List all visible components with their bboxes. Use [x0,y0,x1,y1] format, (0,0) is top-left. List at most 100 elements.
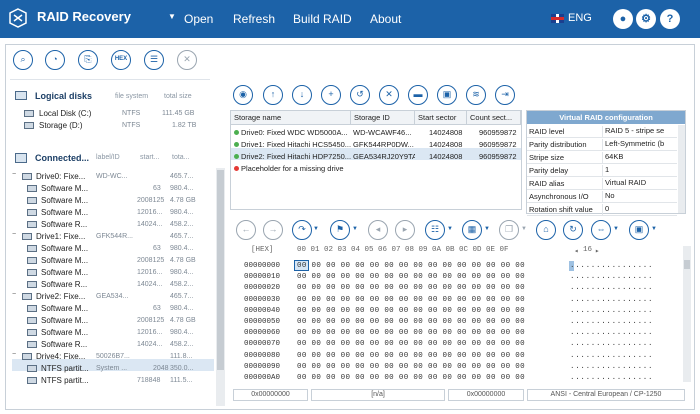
logical-disk-name[interactable]: Local Disk (C:) [39,109,91,118]
hex-left-arrow[interactable]: ◂ [574,246,579,256]
connected-item-name[interactable]: NTFS partit... [41,376,89,385]
remove-icon[interactable]: ✕ [379,85,399,105]
width-icon[interactable]: ⇔ [591,220,611,240]
col-storage-name[interactable]: Storage name [231,111,351,125]
view-dropdown-icon[interactable]: ▼ [447,226,453,232]
storage-name[interactable]: Placeholder for a missing drive [241,164,351,173]
vrc-property-row[interactable]: RAID level RAID 5 - stripe se [527,125,677,138]
language-selector[interactable]: ENG [551,12,592,24]
columns-dropdown-icon[interactable]: ▼ [484,226,490,232]
menu-open[interactable]: Open [184,12,213,26]
hex-scrollbar-thumb[interactable] [684,260,690,269]
vrc-property-row[interactable]: Stripe size 64KB [527,151,677,164]
hex-button[interactable]: HEX [111,50,131,70]
hex-ascii[interactable]: ................ [570,296,653,304]
collapse-icon[interactable]: − [12,171,16,178]
col-count-sectors[interactable]: Count sect... [467,111,521,125]
refresh-icon[interactable]: ↻ [563,220,583,240]
disk-scan-icon[interactable]: ◔ [45,50,65,70]
left-scrollbar[interactable] [216,168,225,406]
logical-disk-name[interactable]: Storage (D:) [39,121,83,130]
col-start-sector[interactable]: Start sector [415,111,467,125]
vrc-property-row[interactable]: Rotation shift value 0 [527,203,677,216]
vrc-property-value[interactable]: Virtual RAID [602,178,675,189]
vrc-property-value[interactable]: 0 [602,204,675,215]
connected-item-name[interactable]: Drive0: Fixe... [36,172,85,181]
connected-item-name[interactable]: Software M... [41,304,88,313]
next-bookmark-icon[interactable]: ▸ [395,220,415,240]
bookmark-dropdown-icon[interactable]: ▼ [352,226,358,232]
vrc-property-row[interactable]: Parity distribution Left-Symmetric (b [527,138,677,151]
vrc-property-row[interactable]: Parity delay 1 [527,164,677,177]
connected-item-name[interactable]: Software R... [41,280,87,289]
hex-ascii[interactable]: ................ [570,307,653,315]
connected-item-name[interactable]: Drive2: Fixe... [36,292,85,301]
search-icon[interactable]: ⌕ [13,50,33,70]
hex-ascii[interactable]: ................ [570,363,653,371]
connected-item-name[interactable]: Software M... [41,268,88,277]
vrc-property-value[interactable]: 64KB [602,152,675,163]
collapse-icon[interactable]: − [12,291,16,298]
storage-name[interactable]: Drive2: Fixed Hitachi HDP7250... [241,152,351,161]
arrow-up-icon[interactable]: ↑ [263,85,283,105]
hex-ascii[interactable]: ................ [570,352,653,360]
hex-ascii[interactable]: ................ [570,318,653,326]
save-icon[interactable]: ▣ [437,85,457,105]
export-icon[interactable]: ⇥ [495,85,515,105]
prev-bookmark-icon[interactable]: ◂ [368,220,388,240]
storage-name[interactable]: Drive0: Fixed WDC WD5000A... [241,128,351,137]
vrc-property-row[interactable]: RAID alias Virtual RAID [527,177,677,190]
menu-about[interactable]: About [370,12,401,26]
connected-item-name[interactable]: Software M... [41,208,88,217]
hex-bytes[interactable]: 00 00 00 00 00 00 00 00 00 00 00 00 00 0… [297,296,525,304]
vrc-property-value[interactable]: Left-Symmetric (b [602,139,675,150]
gear-icon[interactable]: ⚙ [636,9,656,29]
hex-ascii[interactable]: ................ [570,262,653,270]
hex-ascii[interactable]: ................ [570,273,653,281]
connected-item-name[interactable]: NTFS partit... [41,364,89,373]
scrollbar-thumb[interactable] [217,170,224,370]
connected-item-name[interactable]: Software M... [41,316,88,325]
hex-bytes[interactable]: 00 00 00 00 00 00 00 00 00 00 00 00 00 0… [297,340,525,348]
hex-bytes[interactable]: 00 00 00 00 00 00 00 00 00 00 00 00 00 0… [297,318,525,326]
vrc-scrollbar[interactable] [678,125,685,213]
vrc-property-value[interactable]: No [602,191,675,202]
forward-icon[interactable]: → [263,220,283,240]
connected-item-name[interactable]: Software R... [41,340,87,349]
hex-ascii[interactable]: ................ [570,340,653,348]
copy-dropdown-icon[interactable]: ▼ [521,226,527,232]
help-icon[interactable]: ? [660,9,680,29]
hex-bytes[interactable]: 00 00 00 00 00 00 00 00 00 00 00 00 00 0… [297,307,525,315]
add-icon[interactable]: + [321,85,341,105]
back-icon[interactable]: ← [236,220,256,240]
goto-icon[interactable]: ↷ [292,220,312,240]
connected-item-name[interactable]: Software M... [41,196,88,205]
menu-dropdown-icon[interactable]: ▼ [168,12,176,21]
hex-bytes[interactable]: 00 00 00 00 00 00 00 00 00 00 00 00 00 0… [297,284,525,292]
list-icon[interactable]: ☰ [144,50,164,70]
col-storage-id[interactable]: Storage ID [351,111,415,125]
menu-build-raid[interactable]: Build RAID [293,12,352,26]
collapse-icon[interactable]: − [12,351,16,358]
bookmark-icon[interactable]: ⚑ [330,220,350,240]
connected-item-name[interactable]: Drive4: Fixe... [36,352,85,361]
hex-bytes[interactable]: 00 00 00 00 00 00 00 00 00 00 00 00 00 0… [297,374,525,382]
hex-bytes[interactable]: 00 00 00 00 00 00 00 00 00 00 00 00 00 0… [297,273,525,281]
up-icon[interactable]: ◉ [233,85,253,105]
encoding-icon[interactable]: ⌂ [536,220,556,240]
collapse-icon[interactable]: − [12,231,16,238]
hex-bytes[interactable]: 00 00 00 00 00 00 00 00 00 00 00 00 00 0… [297,262,525,270]
hex-bytes[interactable]: 00 00 00 00 00 00 00 00 00 00 00 00 00 0… [297,352,525,360]
connected-item-name[interactable]: Software M... [41,256,88,265]
goto-dropdown-icon[interactable]: ▼ [313,226,319,232]
view-icon[interactable]: ☷ [425,220,445,240]
close-icon[interactable]: ✕ [177,50,197,70]
menu-refresh[interactable]: Refresh [233,12,275,26]
storage-name[interactable]: Drive1: Fixed Hitachi HCS5450... [241,140,351,149]
hex-ascii[interactable]: ................ [570,374,653,382]
vrc-property-value[interactable]: 1 [602,165,675,176]
connected-item-name[interactable]: Software R... [41,220,87,229]
user-icon[interactable]: ● [613,9,633,29]
folder-icon[interactable]: ▬ [408,85,428,105]
layers-icon[interactable]: ≋ [466,85,486,105]
